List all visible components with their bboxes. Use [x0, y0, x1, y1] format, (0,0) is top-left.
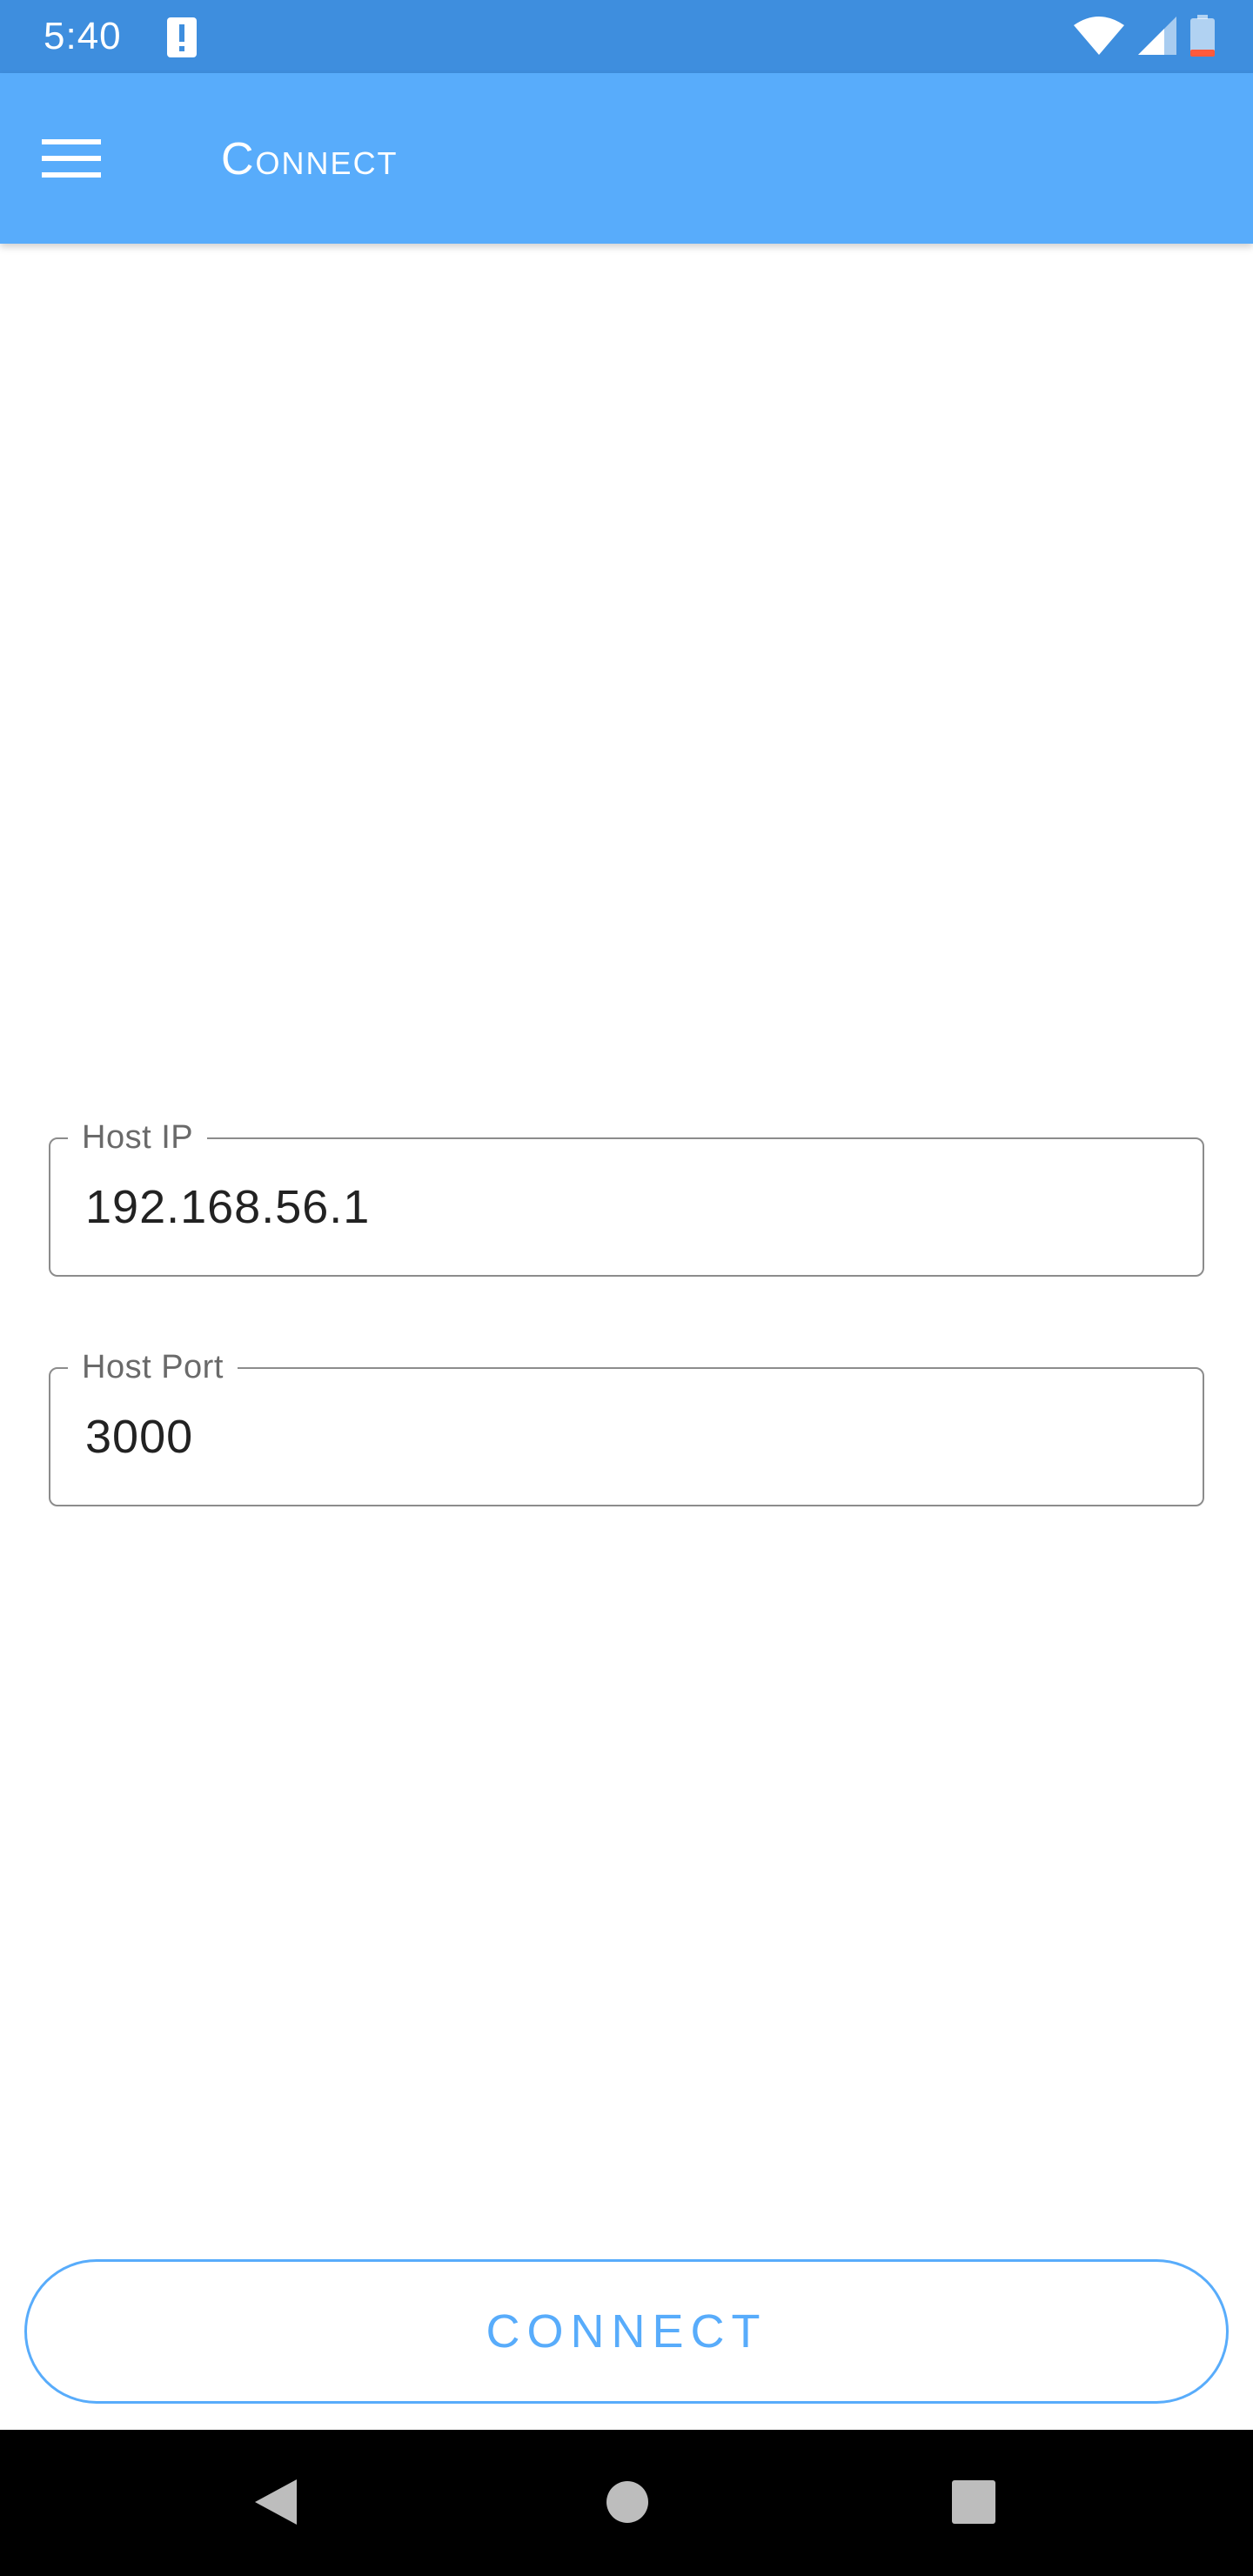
host-port-label: Host Port	[68, 1348, 238, 1386]
host-ip-input[interactable]	[85, 1174, 1164, 1240]
system-nav-bar	[0, 2430, 1253, 2576]
wifi-icon	[1074, 16, 1124, 59]
recents-icon	[950, 2479, 997, 2530]
connect-button[interactable]: CONNECT	[24, 2259, 1229, 2404]
status-bar: 5:40	[0, 0, 1253, 73]
host-ip-label: Host IP	[68, 1118, 208, 1157]
status-icons	[1074, 14, 1215, 61]
cell-signal-icon	[1138, 16, 1176, 59]
battery-low-icon	[1190, 14, 1215, 61]
host-port-field[interactable]: Host Port	[49, 1348, 1204, 1506]
host-ip-field[interactable]: Host IP	[49, 1118, 1204, 1277]
status-time: 5:40	[44, 15, 122, 57]
page-title: Connect	[221, 134, 399, 184]
recents-button[interactable]	[935, 2465, 1013, 2543]
host-port-input[interactable]	[85, 1404, 1164, 1470]
back-button[interactable]	[237, 2465, 315, 2543]
menu-button[interactable]	[42, 125, 129, 195]
connect-screen: 5:40 Connect Host IP 192.168.56.1 Host P…	[0, 0, 1253, 2576]
hamburger-menu-icon	[42, 138, 101, 184]
app-bar: Connect	[0, 73, 1253, 244]
home-button[interactable]	[588, 2465, 667, 2543]
alert-icon	[167, 17, 197, 57]
home-icon	[605, 2479, 650, 2529]
back-icon	[251, 2476, 300, 2532]
